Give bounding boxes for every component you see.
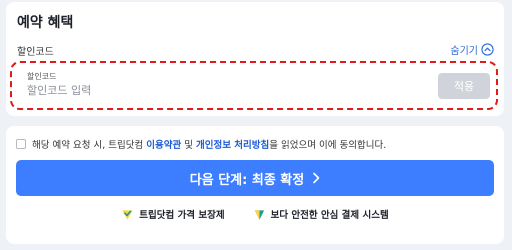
next-step-button[interactable]: 다음 단계: 최종 확정 [16, 160, 494, 196]
hide-toggle[interactable]: 숨기기 [450, 42, 494, 57]
consent-row[interactable]: 해당 예약 요청 시, 트립닷컴 이용약관 및 개인정보 처리방침을 읽었으며 … [16, 137, 386, 151]
consent-checkbox[interactable] [16, 139, 26, 149]
consent-and: 및 [181, 140, 197, 151]
consent-suffix: 을 읽었으며 이에 동의합니다. [269, 140, 387, 151]
discount-code-input[interactable] [17, 68, 431, 102]
consent-text: 해당 예약 요청 시, 트립닷컴 이용약관 및 개인정보 처리방침을 읽었으며 … [32, 137, 386, 151]
consent-prefix: 해당 예약 요청 시, 트립닷컴 [32, 140, 147, 151]
discount-card: 예약 혜택 할인코드 숨기기 할인코드 적용 [6, 2, 504, 116]
discount-code-field[interactable]: 할인코드 [17, 68, 431, 102]
apply-button[interactable]: 적용 [438, 73, 490, 99]
secure-payment-badge: 보다 안전한 안심 결제 시스템 [253, 207, 389, 221]
privacy-link[interactable]: 개인정보 처리방침 [196, 140, 269, 151]
section-title: 예약 혜택 [17, 15, 74, 31]
secure-payment-label: 보다 안전한 안심 결제 시스템 [270, 210, 389, 221]
discount-code-label: 할인코드 [17, 47, 54, 58]
next-step-label: 다음 단계: 최종 확정 [189, 172, 305, 188]
terms-link[interactable]: 이용약관 [146, 140, 181, 151]
confirm-card: 해당 예약 요청 시, 트립닷컴 이용약관 및 개인정보 처리방침을 읽었으며 … [6, 126, 504, 244]
discount-code-highlight: 할인코드 적용 [10, 61, 498, 110]
hide-toggle-label: 숨기기 [450, 46, 478, 57]
chevron-up-circle-icon [481, 43, 494, 56]
price-guarantee-badge: 트립닷컴 가격 보장제 [121, 207, 225, 221]
check-shield-icon [122, 209, 133, 220]
shield-icon [254, 209, 264, 220]
chevron-right-icon [313, 172, 320, 184]
price-guarantee-label: 트립닷컴 가격 보장제 [139, 210, 225, 221]
trust-badges: 트립닷컴 가격 보장제 보다 안전한 안심 결제 시스템 [6, 207, 504, 221]
